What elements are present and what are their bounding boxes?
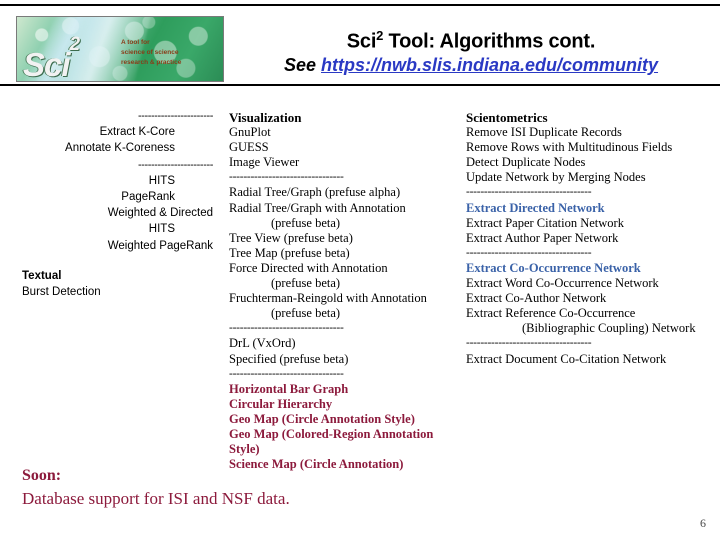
list-item-hits-1[interactable]: HITS	[8, 173, 213, 189]
list-item-force-directed-sub: (prefuse beta)	[271, 276, 341, 291]
list-item-radial-tree-annotation[interactable]: Radial Tree/Graph with Annotation	[229, 201, 459, 216]
header-bottom-rule	[0, 84, 720, 86]
logo-tagline: A tool for science of science research &…	[121, 38, 217, 68]
list-item-fruchterman-reingold-sub: (prefuse beta)	[271, 306, 341, 321]
list-item-annotate-k-coreness[interactable]: Annotate K-Coreness	[8, 140, 213, 156]
heading-visualization: Visualization	[229, 110, 302, 125]
list-item-remove-rows-multitudinous-fields[interactable]: Remove Rows with Multitudinous Fields	[466, 140, 716, 155]
slide-canvas: Sci2 A tool for science of science resea…	[0, 0, 720, 540]
logo-wordmark-text: Sci	[23, 46, 71, 82]
list-item-extract-document-co-citation-network[interactable]: Extract Document Co-Citation Network	[466, 352, 716, 367]
list-item-extract-reference-co-occurrence-sub: (Bibliographic Coupling) Network	[522, 321, 696, 336]
visualization-divider-1: --------------------------------	[229, 171, 344, 184]
visualization-divider-3: --------------------------------	[229, 367, 344, 380]
logo-wordmark-superscript: 2	[69, 33, 81, 55]
list-item-tree-map[interactable]: Tree Map (prefuse beta)	[229, 246, 459, 261]
heading-scientometrics: Scientometrics	[466, 110, 548, 125]
visualization-column: Visualization GnuPlot GUESS Image Viewer…	[229, 110, 459, 472]
list-item-burst-detection[interactable]: Burst Detection	[8, 284, 213, 300]
logo-wordmark: Sci2	[23, 35, 80, 82]
list-item-image-viewer[interactable]: Image Viewer	[229, 155, 459, 170]
scientometrics-column: Scientometrics Remove ISI Duplicate Reco…	[466, 110, 716, 367]
list-item-circular-hierarchy[interactable]: Circular Hierarchy	[229, 397, 459, 412]
list-item-geo-map-colored-region[interactable]: Geo Map (Colored-Region Annotation Style…	[229, 427, 459, 457]
list-item-tree-view[interactable]: Tree View (prefuse beta)	[229, 231, 459, 246]
heading-textual: Textual	[22, 269, 62, 282]
page-number: 6	[700, 516, 706, 530]
list-item-specified-prefuse-beta[interactable]: Specified (prefuse beta)	[229, 352, 459, 367]
list-item-force-directed[interactable]: Force Directed with Annotation	[229, 261, 459, 276]
list-item-fruchterman-reingold[interactable]: Fruchterman-Reingold with Annotation	[229, 291, 459, 306]
list-item-pagerank[interactable]: PageRank	[8, 189, 213, 205]
page-subtitle: See https://nwb.slis.indiana.edu/communi…	[236, 55, 706, 76]
logo-tagline-line-2: science of science	[121, 49, 179, 57]
list-item-drl-vxord[interactable]: DrL (VxOrd)	[229, 336, 459, 351]
list-item-extract-reference-co-occurrence[interactable]: Extract Reference Co-Occurrence	[466, 306, 716, 321]
scientometrics-divider-1: -----------------------------------	[466, 186, 592, 199]
list-item-extract-co-occurrence-network[interactable]: Extract Co-Occurrence Network	[466, 261, 716, 276]
soon-description: Database support for ISI and NSF data.	[22, 489, 290, 508]
list-item-radial-tree-alpha[interactable]: Radial Tree/Graph (prefuse alpha)	[229, 185, 459, 200]
list-item-update-network-merging-nodes[interactable]: Update Network by Merging Nodes	[466, 170, 716, 185]
scientometrics-divider-2: -----------------------------------	[466, 246, 592, 259]
algorithms-left-column: ----------------------- Extract K-Core A…	[8, 108, 213, 300]
sci2-logo: Sci2 A tool for science of science resea…	[16, 16, 224, 82]
header-top-rule	[0, 4, 720, 6]
list-item-gnuplot[interactable]: GnuPlot	[229, 125, 459, 140]
page-title: Sci2 Tool: Algorithms cont.	[236, 28, 706, 54]
list-item-geo-map-circle-annotation[interactable]: Geo Map (Circle Annotation Style)	[229, 412, 459, 427]
list-item-extract-author-paper-network[interactable]: Extract Author Paper Network	[466, 231, 716, 246]
subtitle-see-label: See	[283, 55, 321, 75]
logo-tagline-line-3: research & practice	[121, 59, 182, 67]
list-item-hits-2[interactable]: HITS	[8, 221, 213, 237]
visualization-divider-2: --------------------------------	[229, 322, 344, 335]
community-url-link[interactable]: https://nwb.slis.indiana.edu/community	[321, 55, 658, 75]
soon-heading: Soon:	[22, 467, 62, 484]
list-item-remove-isi-duplicate-records[interactable]: Remove ISI Duplicate Records	[466, 125, 716, 140]
list-item-extract-k-core[interactable]: Extract K-Core	[8, 124, 213, 140]
list-item-guess[interactable]: GUESS	[229, 140, 459, 155]
list-item-horizontal-bar-graph[interactable]: Horizontal Bar Graph	[229, 382, 459, 397]
list-item-radial-tree-annotation-sub: (prefuse beta)	[271, 215, 341, 230]
list-item-science-map-circle-annotation[interactable]: Science Map (Circle Annotation)	[229, 457, 459, 472]
list-item-extract-paper-citation-network[interactable]: Extract Paper Citation Network	[466, 216, 716, 231]
list-item-weighted-pagerank[interactable]: Weighted PageRank	[8, 238, 213, 254]
list-item-extract-directed-network[interactable]: Extract Directed Network	[466, 201, 716, 216]
left-divider-1: -----------------------	[137, 110, 213, 122]
list-item-weighted-and-directed: Weighted & Directed	[107, 207, 213, 220]
list-item-extract-co-author-network[interactable]: Extract Co-Author Network	[466, 291, 716, 306]
page-title-prefix: Sci	[346, 30, 377, 53]
left-divider-2: -----------------------	[137, 158, 213, 171]
scientometrics-divider-3: -----------------------------------	[466, 337, 592, 350]
page-title-rest: Tool: Algorithms cont.	[383, 30, 596, 53]
left-column-spacer	[8, 254, 213, 268]
list-item-extract-word-co-occurrence-network[interactable]: Extract Word Co-Occurrence Network	[466, 276, 716, 291]
logo-tagline-line-1: A tool for	[121, 39, 150, 46]
list-item-detect-duplicate-nodes[interactable]: Detect Duplicate Nodes	[466, 155, 716, 170]
